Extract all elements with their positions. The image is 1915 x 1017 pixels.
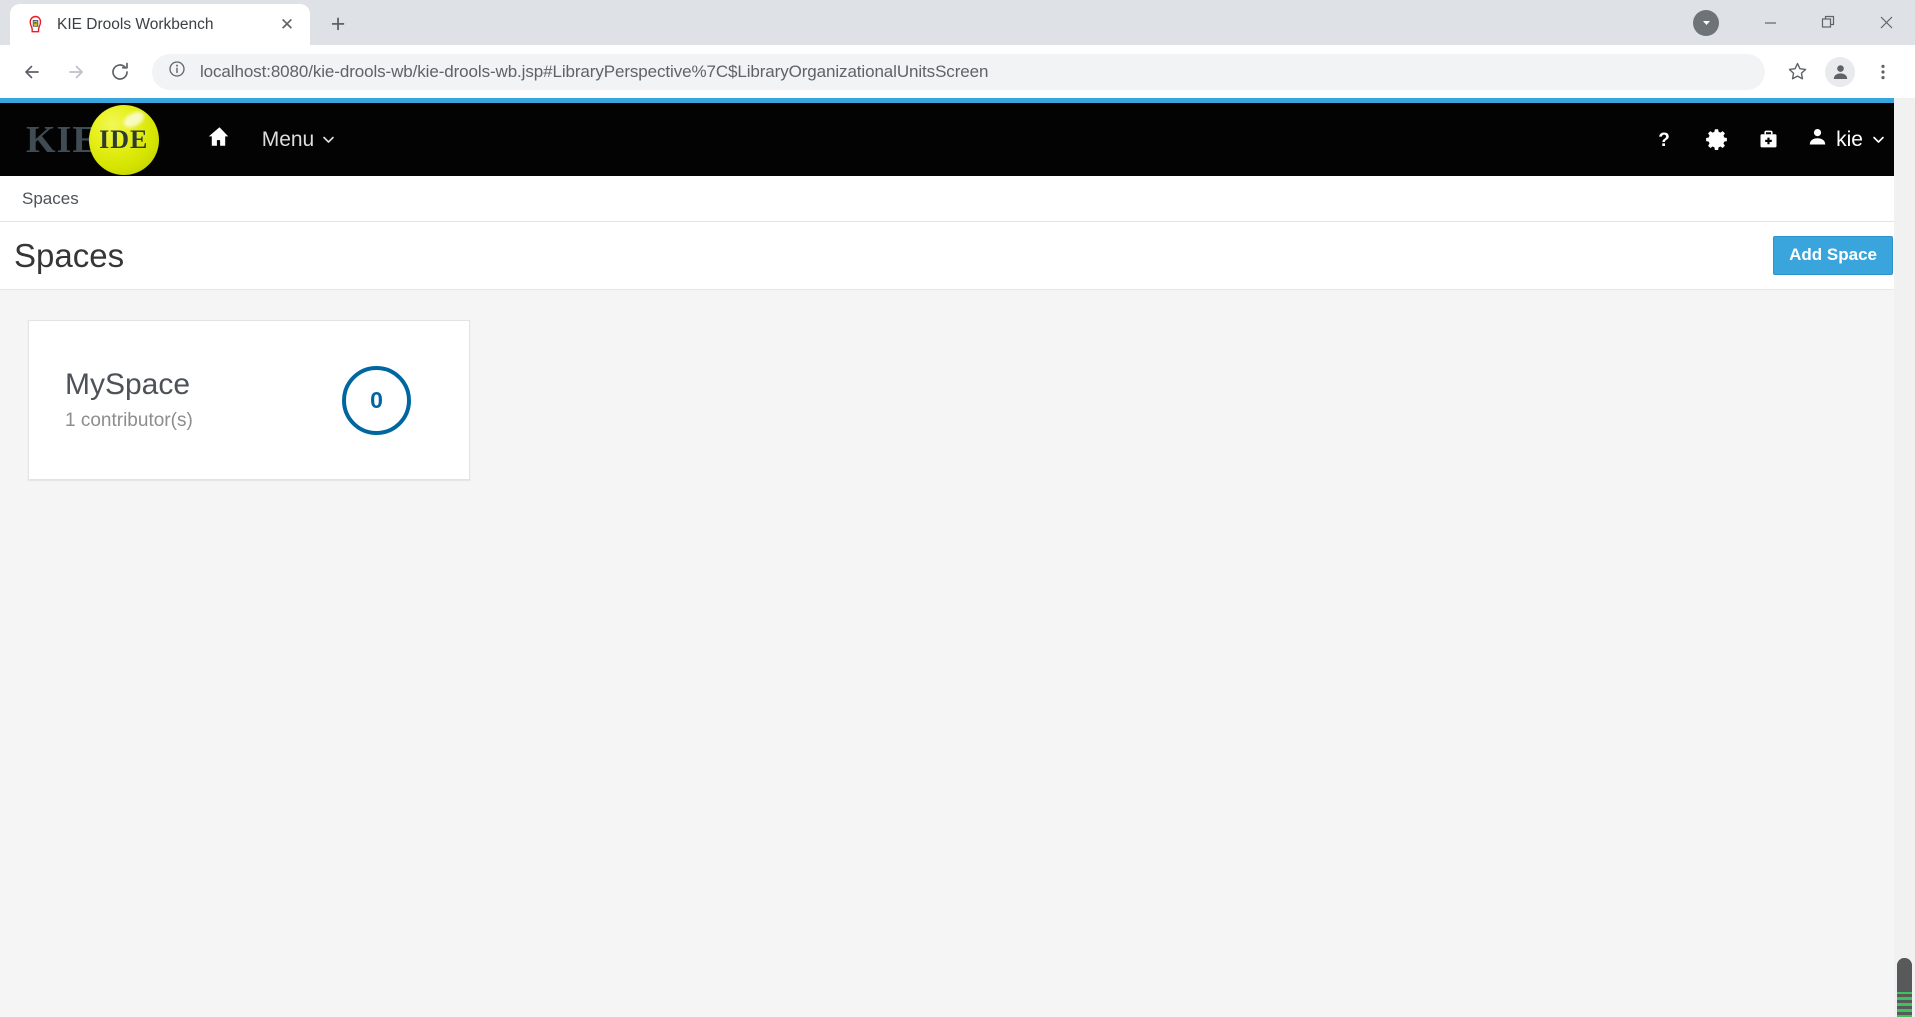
browser-toolbar: localhost:8080/kie-drools-wb/kie-drools-… xyxy=(0,45,1915,98)
navbar-right-actions: ? kie xyxy=(1638,103,1891,176)
address-bar[interactable]: localhost:8080/kie-drools-wb/kie-drools-… xyxy=(152,53,1765,90)
chevron-down-icon xyxy=(1872,128,1885,152)
bookmark-star-icon[interactable] xyxy=(1777,52,1817,92)
gear-icon[interactable] xyxy=(1690,103,1742,176)
toolbar-actions xyxy=(1777,52,1903,92)
breadcrumb: Spaces xyxy=(0,176,1915,222)
page-scrollbar[interactable] xyxy=(1894,98,1915,1017)
scrollbar-thumb[interactable] xyxy=(1897,958,1912,1017)
close-icon[interactable]: ✕ xyxy=(276,14,298,36)
medkit-icon[interactable] xyxy=(1742,103,1794,176)
restore-button[interactable] xyxy=(1799,0,1857,45)
nav-menu-dropdown[interactable]: Menu xyxy=(246,103,352,176)
add-space-button[interactable]: Add Space xyxy=(1773,236,1893,275)
app-navbar: KIE IDE Menu ? kie xyxy=(0,103,1915,176)
browser-menu-icon[interactable] xyxy=(1863,52,1903,92)
space-card-info: MySpace 1 contributor(s) xyxy=(65,368,193,432)
browser-chrome: KIE Drools Workbench ✕ + localhost:8080/… xyxy=(0,0,1915,98)
user-menu-dropdown[interactable]: kie xyxy=(1794,103,1891,176)
chevron-down-icon xyxy=(322,128,335,152)
page-title: Spaces xyxy=(14,236,125,274)
drools-favicon xyxy=(26,15,45,34)
site-info-icon[interactable] xyxy=(168,60,186,83)
reload-icon[interactable] xyxy=(100,52,140,92)
spaces-content: MySpace 1 contributor(s) 0 xyxy=(0,290,1915,1017)
space-contributors-label: 1 contributor(s) xyxy=(65,410,193,431)
minimize-button[interactable] xyxy=(1741,0,1799,45)
home-icon xyxy=(207,124,232,155)
help-icon[interactable]: ? xyxy=(1638,103,1690,176)
browser-tab[interactable]: KIE Drools Workbench ✕ xyxy=(10,4,310,45)
kie-ide-logo[interactable]: KIE IDE xyxy=(26,103,159,176)
space-card[interactable]: MySpace 1 contributor(s) 0 xyxy=(28,320,470,480)
nav-menu-label: Menu xyxy=(261,127,315,151)
brand-ide-text: IDE xyxy=(99,124,149,154)
user-icon xyxy=(1808,127,1827,152)
forward-icon xyxy=(56,52,96,92)
back-icon[interactable] xyxy=(12,52,52,92)
space-name-label: MySpace xyxy=(65,368,191,401)
nav-home-button[interactable] xyxy=(193,103,246,176)
close-window-button[interactable] xyxy=(1857,0,1915,45)
breadcrumb-item-spaces[interactable]: Spaces xyxy=(22,189,79,209)
svg-text:?: ? xyxy=(1658,130,1670,151)
brand-kie-text: KIE xyxy=(26,118,99,161)
brand-orb-icon: IDE xyxy=(88,104,159,175)
profile-avatar-icon[interactable] xyxy=(1825,56,1855,87)
url-text[interactable]: localhost:8080/kie-drools-wb/kie-drools-… xyxy=(200,62,988,82)
download-icon[interactable] xyxy=(1693,9,1719,36)
browser-tab-title: KIE Drools Workbench xyxy=(57,15,214,33)
new-tab-button[interactable]: + xyxy=(320,6,356,42)
page-header: Spaces Add Space xyxy=(0,222,1915,290)
user-name-label: kie xyxy=(1836,127,1863,151)
browser-tabstrip: KIE Drools Workbench ✕ + xyxy=(0,0,1915,45)
kie-workbench-app: KIE IDE Menu ? kie Spaces Spaces Add Spa… xyxy=(0,98,1915,1017)
space-project-count-badge: 0 xyxy=(342,365,411,435)
window-controls xyxy=(1693,0,1915,45)
